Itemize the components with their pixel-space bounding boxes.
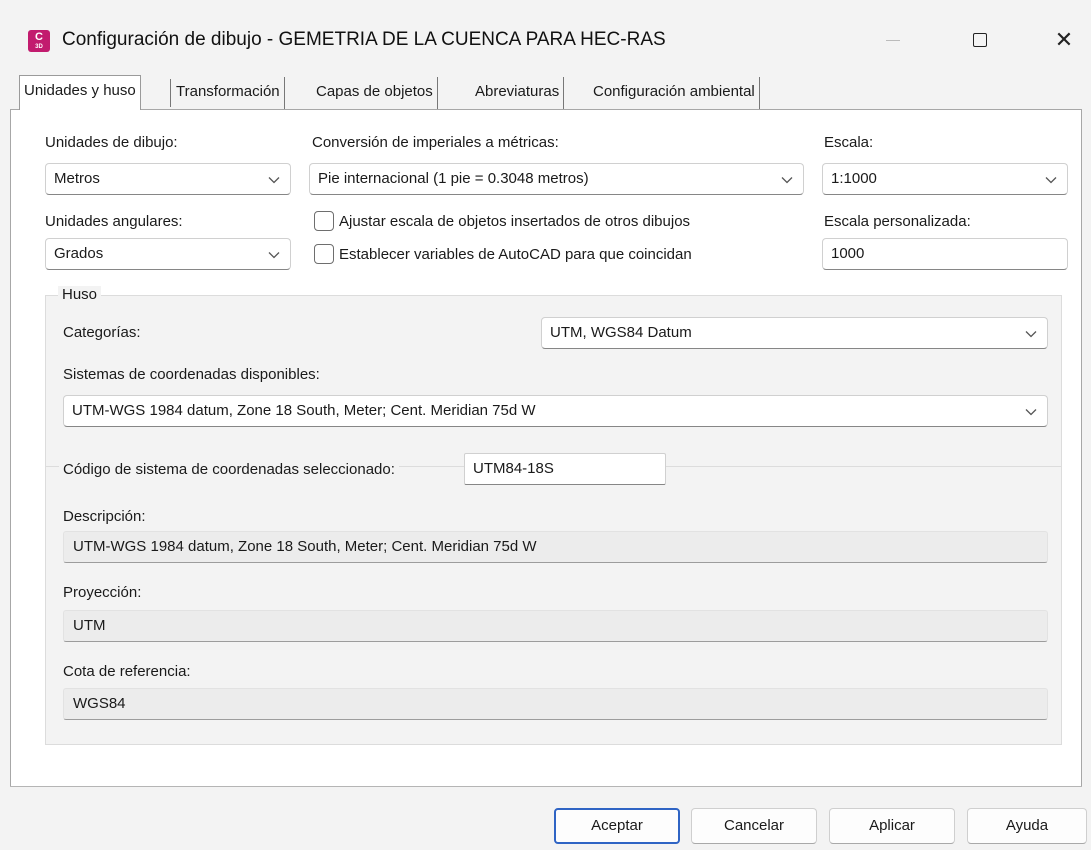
zone-group-title: Huso <box>58 286 102 303</box>
set-autocad-vars-checkbox[interactable] <box>314 244 334 264</box>
chevron-down-icon <box>268 239 280 269</box>
chevron-down-icon <box>268 164 280 194</box>
angular-units-select[interactable]: Grados <box>45 238 291 270</box>
custom-scale-input[interactable]: 1000 <box>822 238 1068 270</box>
close-icon: ✕ <box>1054 27 1074 52</box>
available-systems-label: Sistemas de coordenadas disponibles: <box>63 366 320 383</box>
ok-button[interactable]: Aceptar <box>554 808 680 844</box>
categories-value: UTM, WGS84 Datum <box>550 324 692 341</box>
conversion-select[interactable]: Pie internacional (1 pie = 0.3048 metros… <box>309 163 804 195</box>
conversion-label: Conversión de imperiales a métricas: <box>312 134 559 151</box>
cancel-button[interactable]: Cancelar <box>691 808 817 844</box>
drawing-units-label: Unidades de dibujo: <box>45 134 178 151</box>
app-icon-sub: 3D <box>35 44 43 50</box>
maximize-button[interactable] <box>957 22 1003 58</box>
chevron-down-icon <box>1025 396 1037 426</box>
app-icon-letter: C <box>35 31 43 43</box>
angular-units-label: Unidades angulares: <box>45 213 183 230</box>
chevron-down-icon <box>1025 318 1037 348</box>
tab-separator <box>170 79 171 107</box>
tab-capas-de-objetos[interactable]: Capas de objetos <box>312 77 438 109</box>
close-button[interactable]: ✕ <box>1041 22 1087 58</box>
title-bar[interactable]: C 3D Configuración de dibujo - GEMETRIA … <box>0 0 1091 80</box>
tab-abreviaturas[interactable]: Abreviaturas <box>471 77 565 109</box>
selected-code-label: Código de sistema de coordenadas selecci… <box>59 461 399 478</box>
footer-separator <box>10 786 1082 787</box>
conversion-value: Pie internacional (1 pie = 0.3048 metros… <box>318 170 589 187</box>
window-title: Configuración de dibujo - GEMETRIA DE LA… <box>62 29 666 50</box>
projection-field: UTM <box>63 610 1048 642</box>
scale-inserted-objects-checkbox[interactable] <box>314 211 334 231</box>
tab-transformacion[interactable]: Transformación <box>172 77 285 109</box>
projection-label: Proyección: <box>63 584 142 601</box>
drawing-units-value: Metros <box>54 170 100 187</box>
chevron-down-icon <box>781 164 793 194</box>
zone-group <box>45 295 1062 745</box>
maximize-icon <box>973 33 987 47</box>
available-systems-select[interactable]: UTM-WGS 1984 datum, Zone 18 South, Meter… <box>63 395 1048 427</box>
drawing-units-select[interactable]: Metros <box>45 163 291 195</box>
scale-inserted-objects-label[interactable]: Ajustar escala de objetos insertados de … <box>339 213 690 230</box>
angular-units-value: Grados <box>54 245 104 262</box>
set-autocad-vars-label[interactable]: Establecer variables de AutoCAD para que… <box>339 246 692 263</box>
description-field: UTM-WGS 1984 datum, Zone 18 South, Meter… <box>63 531 1048 563</box>
tab-unidades-y-huso[interactable]: Unidades y huso <box>19 75 141 110</box>
scale-value: 1:1000 <box>831 170 877 187</box>
datum-field: WGS84 <box>63 688 1048 720</box>
categories-select[interactable]: UTM, WGS84 Datum <box>541 317 1048 349</box>
chevron-down-icon <box>1045 164 1057 194</box>
datum-label: Cota de referencia: <box>63 663 191 680</box>
tab-configuracion-ambiental[interactable]: Configuración ambiental <box>589 77 760 109</box>
selected-code-input[interactable]: UTM84-18S <box>464 453 666 485</box>
help-button[interactable]: Ayuda <box>967 808 1087 844</box>
scale-label: Escala: <box>824 134 874 151</box>
available-systems-value: UTM-WGS 1984 datum, Zone 18 South, Meter… <box>72 402 536 419</box>
civil3d-app-icon: C 3D <box>28 30 50 52</box>
categories-label: Categorías: <box>63 324 141 341</box>
minimize-icon <box>886 40 900 41</box>
scale-select[interactable]: 1:1000 <box>822 163 1068 195</box>
minimize-button[interactable] <box>870 22 916 58</box>
custom-scale-label: Escala personalizada: <box>824 213 971 230</box>
description-label: Descripción: <box>63 508 146 525</box>
apply-button[interactable]: Aplicar <box>829 808 955 844</box>
